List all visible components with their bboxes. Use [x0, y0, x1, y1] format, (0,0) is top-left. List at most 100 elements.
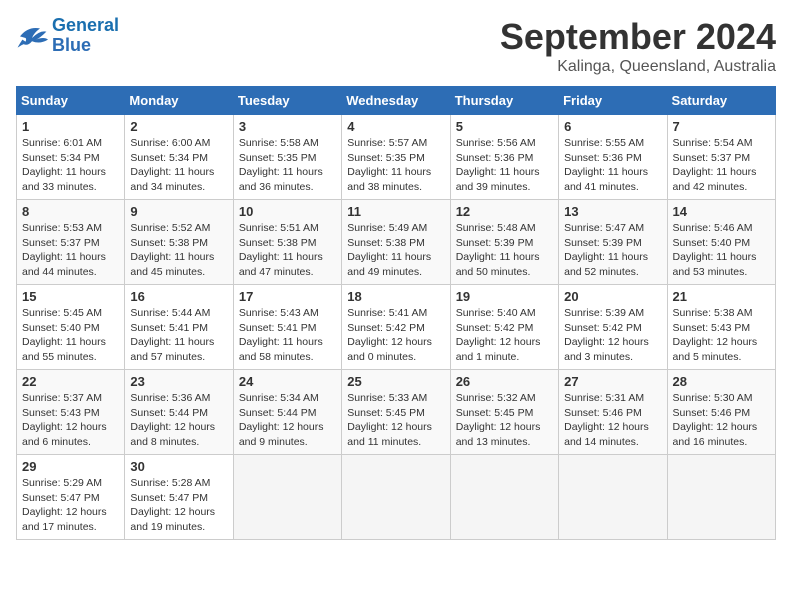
day-info: Sunrise: 5:37 AM Sunset: 5:43 PM Dayligh…	[22, 391, 119, 450]
day-info: Sunrise: 5:29 AM Sunset: 5:47 PM Dayligh…	[22, 476, 119, 535]
calendar-cell: 3Sunrise: 5:58 AM Sunset: 5:35 PM Daylig…	[233, 115, 341, 200]
calendar-cell	[342, 455, 450, 540]
calendar-cell	[667, 455, 775, 540]
calendar-cell: 12 Sunrise: 5:48 AM Sunset: 5:39 PM Dayli…	[450, 200, 558, 285]
calendar-cell: 29 Sunrise: 5:29 AM Sunset: 5:47 PM Dayli…	[17, 455, 125, 540]
day-info: Sunrise: 5:54 AM Sunset: 5:37 PM Dayligh…	[673, 136, 770, 195]
day-number: 9	[130, 204, 227, 219]
calendar-cell: 27Sunrise: 5:31 AM Sunset: 5:46 PM Dayli…	[559, 370, 667, 455]
day-info: Sunrise: 5:39 AM Sunset: 5:42 PM Dayligh…	[564, 306, 661, 365]
day-info: Sunrise: 5:38 AM Sunset: 5:43 PM Dayligh…	[673, 306, 770, 365]
day-number: 13	[564, 204, 661, 219]
day-number: 23	[130, 374, 227, 389]
calendar-cell: 30 Sunrise: 5:28 AM Sunset: 5:47 PM Dayli…	[125, 455, 233, 540]
day-info: Sunrise: 5:51 AM Sunset: 5:38 PM Dayligh…	[239, 221, 336, 280]
calendar-week-row: 1 Sunrise: 6:01 AM Sunset: 5:34 PM Daylig…	[17, 115, 776, 200]
calendar-cell: 11 Sunrise: 5:49 AM Sunset: 5:38 PM Dayli…	[342, 200, 450, 285]
day-number: 27	[564, 374, 661, 389]
day-number: 11	[347, 204, 444, 219]
calendar-cell	[233, 455, 341, 540]
calendar-week-row: 15Sunrise: 5:45 AM Sunset: 5:40 PM Dayli…	[17, 285, 776, 370]
day-info: Sunrise: 5:36 AM Sunset: 5:44 PM Dayligh…	[130, 391, 227, 450]
calendar-header-row: SundayMondayTuesdayWednesdayThursdayFrid…	[17, 87, 776, 115]
day-number: 1	[22, 119, 119, 134]
day-info: Sunrise: 5:44 AM Sunset: 5:41 PM Dayligh…	[130, 306, 227, 365]
weekday-header-wednesday: Wednesday	[342, 87, 450, 115]
calendar-cell: 4Sunrise: 5:57 AM Sunset: 5:35 PM Daylig…	[342, 115, 450, 200]
day-number: 26	[456, 374, 553, 389]
calendar-cell: 22 Sunrise: 5:37 AM Sunset: 5:43 PM Dayli…	[17, 370, 125, 455]
day-info: Sunrise: 6:01 AM Sunset: 5:34 PM Dayligh…	[22, 136, 119, 195]
logo-text: General Blue	[52, 16, 119, 56]
day-info: Sunrise: 5:55 AM Sunset: 5:36 PM Dayligh…	[564, 136, 661, 195]
day-info: Sunrise: 5:47 AM Sunset: 5:39 PM Dayligh…	[564, 221, 661, 280]
day-info: Sunrise: 5:28 AM Sunset: 5:47 PM Dayligh…	[130, 476, 227, 535]
calendar-cell: 18Sunrise: 5:41 AM Sunset: 5:42 PM Dayli…	[342, 285, 450, 370]
day-number: 22	[22, 374, 119, 389]
day-number: 21	[673, 289, 770, 304]
day-info: Sunrise: 5:32 AM Sunset: 5:45 PM Dayligh…	[456, 391, 553, 450]
day-number: 15	[22, 289, 119, 304]
day-info: Sunrise: 5:49 AM Sunset: 5:38 PM Dayligh…	[347, 221, 444, 280]
weekday-header-saturday: Saturday	[667, 87, 775, 115]
calendar-cell: 14 Sunrise: 5:46 AM Sunset: 5:40 PM Dayli…	[667, 200, 775, 285]
day-number: 3	[239, 119, 336, 134]
day-number: 5	[456, 119, 553, 134]
day-info: Sunrise: 5:48 AM Sunset: 5:39 PM Dayligh…	[456, 221, 553, 280]
day-number: 14	[673, 204, 770, 219]
calendar-cell: 6 Sunrise: 5:55 AM Sunset: 5:36 PM Daylig…	[559, 115, 667, 200]
day-info: Sunrise: 5:33 AM Sunset: 5:45 PM Dayligh…	[347, 391, 444, 450]
day-number: 24	[239, 374, 336, 389]
logo-icon	[16, 22, 48, 50]
day-number: 10	[239, 204, 336, 219]
calendar-cell: 24 Sunrise: 5:34 AM Sunset: 5:44 PM Dayli…	[233, 370, 341, 455]
calendar-cell: 17 Sunrise: 5:43 AM Sunset: 5:41 PM Dayli…	[233, 285, 341, 370]
day-info: Sunrise: 5:30 AM Sunset: 5:46 PM Dayligh…	[673, 391, 770, 450]
calendar-cell	[559, 455, 667, 540]
day-info: Sunrise: 5:53 AM Sunset: 5:37 PM Dayligh…	[22, 221, 119, 280]
location-title: Kalinga, Queensland, Australia	[500, 58, 776, 76]
day-number: 30	[130, 459, 227, 474]
day-number: 8	[22, 204, 119, 219]
weekday-header-monday: Monday	[125, 87, 233, 115]
day-info: Sunrise: 5:34 AM Sunset: 5:44 PM Dayligh…	[239, 391, 336, 450]
day-number: 17	[239, 289, 336, 304]
calendar-cell: 1 Sunrise: 6:01 AM Sunset: 5:34 PM Daylig…	[17, 115, 125, 200]
day-number: 12	[456, 204, 553, 219]
day-number: 20	[564, 289, 661, 304]
day-number: 16	[130, 289, 227, 304]
calendar-body: 1 Sunrise: 6:01 AM Sunset: 5:34 PM Daylig…	[17, 115, 776, 540]
day-info: Sunrise: 6:00 AM Sunset: 5:34 PM Dayligh…	[130, 136, 227, 195]
day-info: Sunrise: 5:46 AM Sunset: 5:40 PM Dayligh…	[673, 221, 770, 280]
calendar-week-row: 22 Sunrise: 5:37 AM Sunset: 5:43 PM Dayli…	[17, 370, 776, 455]
day-number: 18	[347, 289, 444, 304]
weekday-header-tuesday: Tuesday	[233, 87, 341, 115]
calendar-cell: 9 Sunrise: 5:52 AM Sunset: 5:38 PM Daylig…	[125, 200, 233, 285]
calendar-cell: 21 Sunrise: 5:38 AM Sunset: 5:43 PM Dayli…	[667, 285, 775, 370]
calendar-cell: 15Sunrise: 5:45 AM Sunset: 5:40 PM Dayli…	[17, 285, 125, 370]
calendar-cell: 16 Sunrise: 5:44 AM Sunset: 5:41 PM Dayli…	[125, 285, 233, 370]
weekday-header-friday: Friday	[559, 87, 667, 115]
calendar-cell: 23 Sunrise: 5:36 AM Sunset: 5:44 PM Dayli…	[125, 370, 233, 455]
weekday-header-sunday: Sunday	[17, 87, 125, 115]
calendar-week-row: 8 Sunrise: 5:53 AM Sunset: 5:37 PM Daylig…	[17, 200, 776, 285]
calendar-week-row: 29 Sunrise: 5:29 AM Sunset: 5:47 PM Dayli…	[17, 455, 776, 540]
day-info: Sunrise: 5:52 AM Sunset: 5:38 PM Dayligh…	[130, 221, 227, 280]
calendar-cell: 10 Sunrise: 5:51 AM Sunset: 5:38 PM Dayli…	[233, 200, 341, 285]
day-number: 19	[456, 289, 553, 304]
day-number: 25	[347, 374, 444, 389]
day-number: 6	[564, 119, 661, 134]
calendar-cell: 13 Sunrise: 5:47 AM Sunset: 5:39 PM Dayli…	[559, 200, 667, 285]
title-block: September 2024 Kalinga, Queensland, Aust…	[500, 16, 776, 76]
day-number: 29	[22, 459, 119, 474]
day-info: Sunrise: 5:43 AM Sunset: 5:41 PM Dayligh…	[239, 306, 336, 365]
calendar-cell: 25 Sunrise: 5:33 AM Sunset: 5:45 PM Dayli…	[342, 370, 450, 455]
weekday-header-thursday: Thursday	[450, 87, 558, 115]
day-number: 28	[673, 374, 770, 389]
calendar-cell: 19 Sunrise: 5:40 AM Sunset: 5:42 PM Dayli…	[450, 285, 558, 370]
page-header: General Blue September 2024 Kalinga, Que…	[16, 16, 776, 76]
calendar-cell	[450, 455, 558, 540]
calendar-cell: 7Sunrise: 5:54 AM Sunset: 5:37 PM Daylig…	[667, 115, 775, 200]
logo: General Blue	[16, 16, 119, 56]
day-info: Sunrise: 5:40 AM Sunset: 5:42 PM Dayligh…	[456, 306, 553, 365]
